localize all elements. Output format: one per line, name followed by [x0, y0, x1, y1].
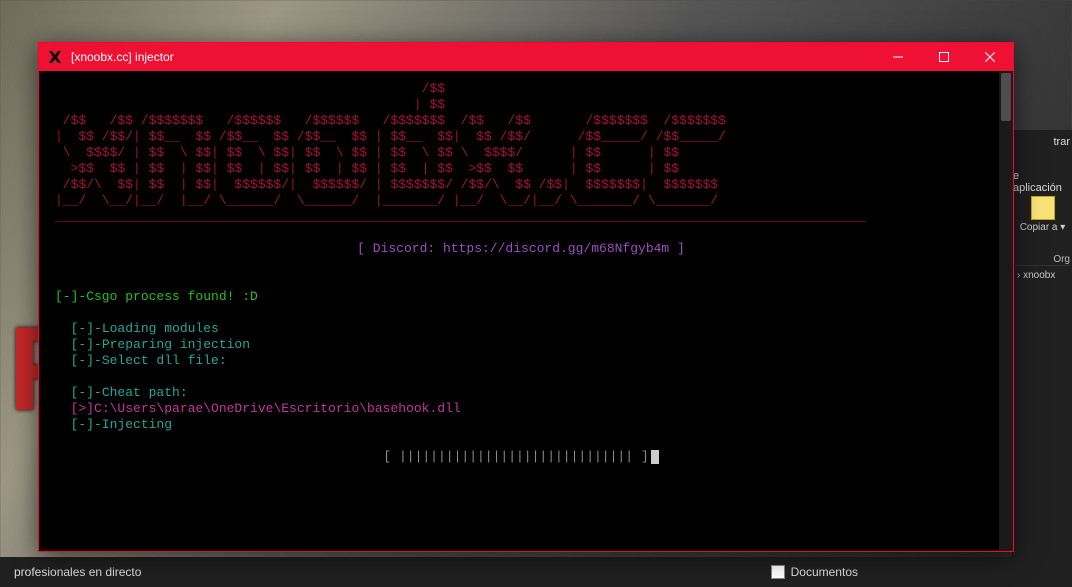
explorer-ribbon: Copiar a ▾: [1015, 190, 1070, 239]
explorer-window-fragment: trar e aplicación Copiar a ▾ Org › xnoob…: [1012, 130, 1072, 557]
progress-bar: [ |||||||||||||||||||||||||||||| ]: [383, 449, 648, 464]
copy-icon: [1031, 196, 1055, 220]
explorer-text-fragment: e aplicación: [1013, 170, 1070, 194]
terminal-area: /$$ | $$ /$$ /$$ /$$$$$$$ /$$$$$$ /$$$$$…: [39, 71, 1013, 551]
explorer-org-label: Org: [1053, 254, 1070, 265]
taskbar-item-left[interactable]: profesionales en directo: [8, 563, 147, 581]
taskbar[interactable]: profesionales en directo Documentos: [0, 557, 1072, 587]
status-select-dll: [-]-Select dll file:: [71, 353, 227, 368]
taskbar-item-label: Documentos: [791, 565, 858, 579]
taskbar-item-documents[interactable]: Documentos: [765, 563, 864, 581]
maximize-icon: [939, 52, 949, 62]
document-icon: [771, 565, 785, 579]
maximize-button[interactable]: [921, 43, 967, 71]
taskbar-item-label: profesionales en directo: [14, 565, 141, 579]
scrollbar-thumb[interactable]: [1001, 73, 1011, 121]
divider-line: ________________________________________…: [55, 209, 866, 224]
minimize-button[interactable]: [875, 43, 921, 71]
app-icon: [45, 47, 65, 67]
close-icon: [985, 52, 995, 62]
titlebar[interactable]: [xnoobx.cc] injector: [39, 43, 1013, 71]
scrollbar[interactable]: [999, 71, 1013, 551]
injector-window: [xnoobx.cc] injector /$$ | $$ /$$ /$$: [38, 42, 1014, 552]
discord-link[interactable]: [ Discord: https://discord.gg/m68Nfgyb4m…: [357, 241, 685, 256]
explorer-text-fragment: trar: [1054, 136, 1071, 148]
window-title: [xnoobx.cc] injector: [71, 50, 174, 64]
status-cheat-path-label: [-]-Cheat path:: [71, 385, 188, 400]
status-injecting: [-]-Injecting: [71, 417, 172, 432]
status-process-found: [-]-Csgo process found! :D: [55, 289, 258, 304]
status-cheat-path-value: [>]C:\Users\parae\OneDrive\Escritorio\ba…: [71, 401, 461, 416]
ascii-banner: /$$ | $$ /$$ /$$ /$$$$$$$ /$$$$$$ /$$$$$…: [55, 81, 726, 208]
close-button[interactable]: [967, 43, 1013, 71]
status-preparing: [-]-Preparing injection: [71, 337, 250, 352]
terminal-cursor: [651, 450, 659, 464]
status-loading: [-]-Loading modules: [71, 321, 219, 336]
minimize-icon: [893, 52, 903, 62]
explorer-copy-label[interactable]: Copiar a ▾: [1020, 222, 1066, 233]
explorer-breadcrumb[interactable]: › xnoobx: [1015, 265, 1070, 285]
terminal-output[interactable]: /$$ | $$ /$$ /$$ /$$$$$$$ /$$$$$$ /$$$$$…: [39, 71, 999, 551]
